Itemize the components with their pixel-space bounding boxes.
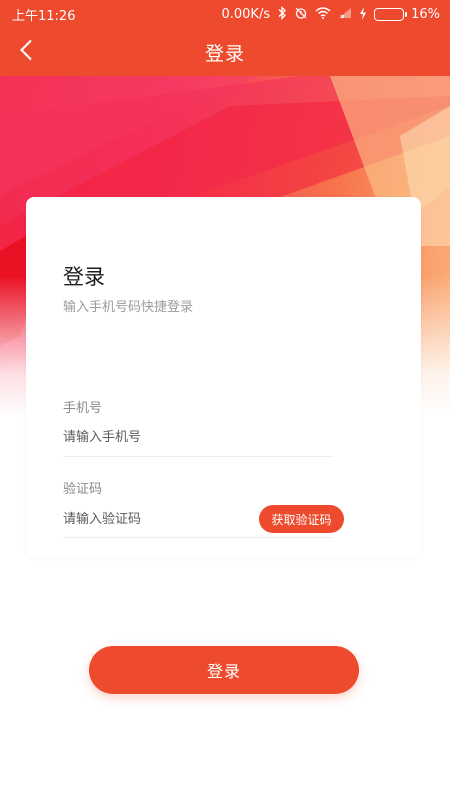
code-label: 验证码 [63,482,103,497]
signal-icon [338,7,352,21]
login-subtitle: 输入手机号码快捷登录 [63,300,194,315]
back-button[interactable] [8,34,44,70]
get-code-button[interactable]: 获取验证码 [259,505,344,533]
alarm-icon [294,6,308,22]
phone-input[interactable] [63,424,333,450]
status-bar: 上午11:26 0.00K/s 16% [0,0,450,28]
phone-label: 手机号 [63,401,103,416]
app-bar: 登录 [0,28,450,76]
login-button[interactable]: 登录 [89,646,359,694]
page-title: 登录 [204,42,245,65]
code-divider [63,537,333,538]
bluetooth-icon [277,5,287,22]
battery-icon [374,7,408,21]
battery-percent: 16% [411,6,440,22]
wifi-icon [315,7,331,21]
charging-icon [359,6,367,22]
status-time: 上午11:26 [12,8,76,24]
phone-divider [63,456,333,457]
status-icons: 0.00K/s 16% [221,5,440,22]
login-heading: 登录 [63,265,105,289]
login-card [26,197,421,557]
network-speed: 0.00K/s [221,6,271,22]
back-arrow-icon [19,39,33,65]
code-input[interactable] [63,506,223,532]
